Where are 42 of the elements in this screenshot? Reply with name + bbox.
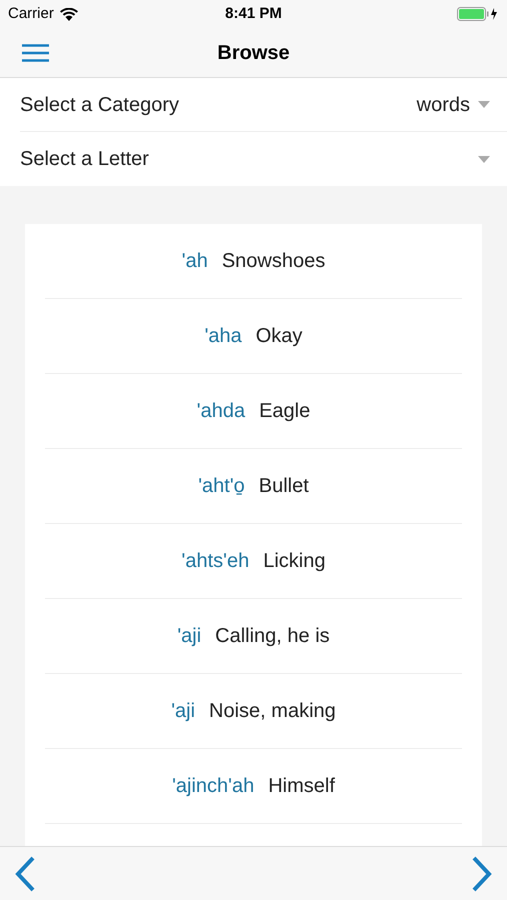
forward-button[interactable] [471, 856, 493, 892]
word-text: 'ajinch'ah [172, 774, 254, 799]
meaning-text: Licking [263, 549, 326, 574]
meaning-text: Bullet [258, 474, 309, 499]
back-button[interactable] [14, 856, 36, 892]
meaning-text: Noise, making [209, 699, 336, 724]
meaning-text: Calling, he is [215, 624, 330, 649]
word-text: 'aji [171, 699, 196, 724]
word-text: 'aji [177, 624, 202, 649]
page-title: Browse [217, 40, 290, 66]
wifi-icon [60, 8, 78, 20]
chevron-right-icon [471, 856, 493, 892]
battery-icon [457, 7, 499, 21]
word-row[interactable]: 'ah Snowshoes [45, 224, 462, 299]
dropdown-value: words [416, 92, 470, 118]
word-text: 'ah [182, 249, 208, 274]
menu-icon [22, 44, 49, 62]
dropdown-row[interactable]: Select a Letter [20, 132, 507, 186]
caret-icon [478, 156, 490, 162]
word-row[interactable]: 'aht'o̱ Bullet [45, 449, 462, 524]
word-row[interactable]: 'aha Okay [45, 299, 462, 374]
word-row[interactable]: 'aji Noise, making [45, 674, 462, 749]
meaning-text: Snowshoes [222, 249, 326, 274]
carrier-label: Carrier [8, 4, 54, 24]
meaning-text: Okay [256, 324, 302, 349]
dropdown-label: Select a Letter [20, 147, 149, 172]
word-text: 'aha [204, 324, 242, 349]
meaning-text: Himself [268, 774, 335, 799]
dropdown-label: Select a Category [20, 92, 179, 118]
word-row[interactable]: 'ajinch'ah Himself [45, 749, 462, 824]
word-row[interactable]: 'ahda Eagle [45, 374, 462, 449]
word-text: 'aht'o̱ [198, 474, 245, 499]
caret-icon [478, 101, 490, 108]
meaning-text: Eagle [259, 399, 310, 424]
menu-button[interactable] [22, 44, 49, 62]
word-text: 'ahts'eh [182, 549, 250, 574]
dropdown-row[interactable]: Select a Category words [20, 78, 507, 132]
chevron-left-icon [14, 856, 36, 892]
word-text: 'ahda [196, 399, 246, 424]
word-row[interactable]: 'aji Calling, he is [45, 599, 462, 674]
clock: 8:41 PM [225, 4, 282, 24]
word-row[interactable]: 'ahts'eh Licking [45, 524, 462, 599]
